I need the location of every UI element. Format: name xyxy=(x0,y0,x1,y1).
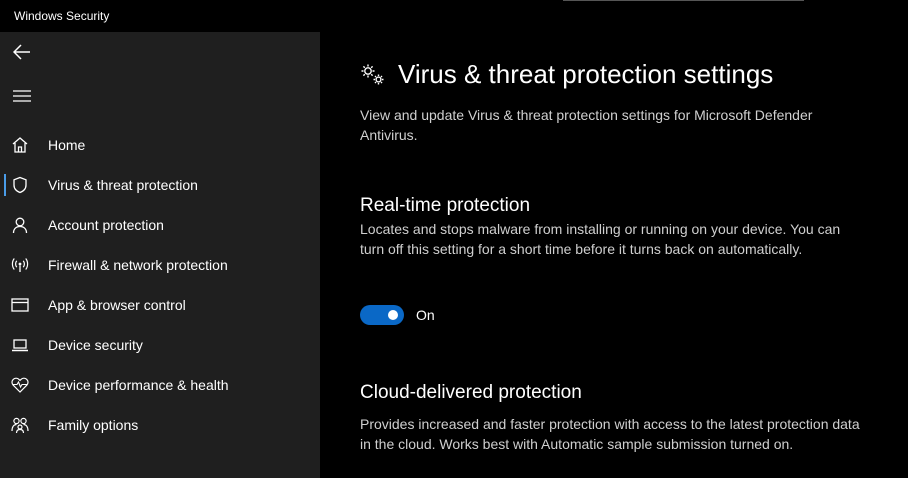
back-arrow-icon xyxy=(13,44,30,60)
real-time-protection-toggle[interactable] xyxy=(360,305,404,325)
sidebar-item-label: App & browser control xyxy=(48,297,186,313)
sidebar-item-virus-threat-protection[interactable]: Virus & threat protection xyxy=(0,165,320,205)
page-title: Virus & threat protection settings xyxy=(398,59,774,89)
family-icon xyxy=(11,416,29,434)
shield-icon xyxy=(11,176,29,194)
heart-pulse-icon xyxy=(11,376,29,394)
section-title-real-time-protection: Real-time protection xyxy=(360,195,531,216)
toggle-knob xyxy=(388,310,398,320)
main-content: Virus & threat protection settings View … xyxy=(320,32,908,478)
sidebar-item-device-security[interactable]: Device security xyxy=(0,325,320,365)
back-button[interactable] xyxy=(0,32,44,72)
section-description-real-time-protection: Locates and stops malware from installin… xyxy=(360,221,841,257)
sidebar-item-app-browser-control[interactable]: App & browser control xyxy=(0,285,320,325)
section-description-cloud-delivered-protection: Provides increased and faster protection… xyxy=(360,416,860,452)
section-title-cloud-delivered-protection: Cloud-delivered protection xyxy=(360,382,582,403)
title-bar-divider xyxy=(563,0,804,1)
sidebar-item-account-protection[interactable]: Account protection xyxy=(0,205,320,245)
laptop-icon xyxy=(11,336,29,354)
sidebar-item-home[interactable]: Home xyxy=(0,125,320,165)
sidebar-item-label: Device security xyxy=(48,337,143,353)
sidebar-item-family-options[interactable]: Family options xyxy=(0,405,320,445)
browser-window-icon xyxy=(11,296,29,314)
sidebar: Home Virus & threat protection Account p… xyxy=(0,32,320,478)
title-bar: Windows Security xyxy=(0,0,908,32)
toggle-state-label: On xyxy=(416,307,435,323)
sidebar-item-label: Home xyxy=(48,137,86,153)
page-description: View and update Virus & threat protectio… xyxy=(360,107,813,143)
sidebar-item-device-performance-health[interactable]: Device performance & health xyxy=(0,365,320,405)
sidebar-item-label: Firewall & network protection xyxy=(48,257,228,273)
sidebar-item-label: Device performance & health xyxy=(48,377,229,393)
antenna-icon xyxy=(11,256,29,274)
sidebar-item-label: Family options xyxy=(48,417,139,433)
gears-icon xyxy=(360,63,386,87)
hamburger-menu-icon xyxy=(13,90,31,102)
active-indicator xyxy=(4,174,6,196)
sidebar-item-label: Virus & threat protection xyxy=(48,177,198,193)
window-title: Windows Security xyxy=(14,9,110,23)
hamburger-menu-button[interactable] xyxy=(0,76,44,116)
page-header: Virus & threat protection settings xyxy=(360,59,773,90)
home-icon xyxy=(11,136,29,154)
sidebar-item-label: Account protection xyxy=(48,217,164,233)
sidebar-item-firewall-network-protection[interactable]: Firewall & network protection xyxy=(0,245,320,285)
person-icon xyxy=(11,216,29,234)
